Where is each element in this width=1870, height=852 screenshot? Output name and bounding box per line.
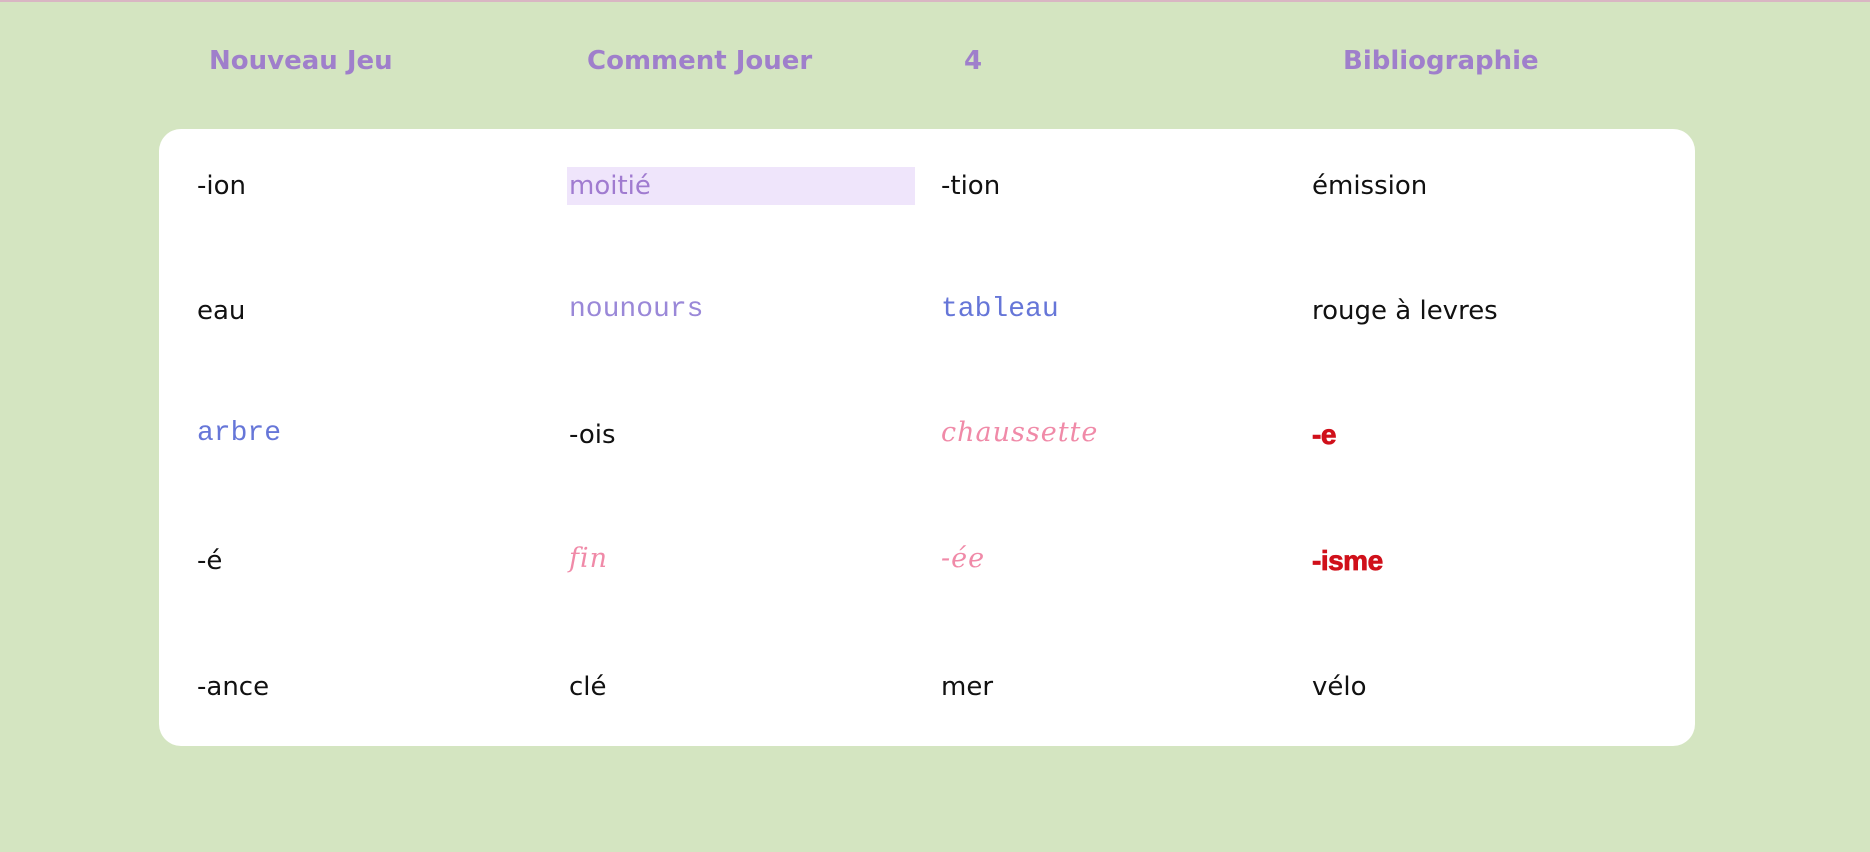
found-count: 4: [964, 46, 983, 76]
word-cell[interactable]: -ion: [195, 167, 543, 205]
word-cell[interactable]: -tion: [939, 167, 1287, 205]
word-cell[interactable]: vélo: [1310, 668, 1658, 706]
word-cell[interactable]: arbre: [195, 414, 543, 452]
word-cell[interactable]: émission: [1310, 167, 1658, 205]
word-cell[interactable]: -ée: [939, 539, 1287, 577]
word-cell[interactable]: -e: [1310, 416, 1658, 454]
bibliography-link[interactable]: Bibliographie: [1343, 46, 1539, 76]
word-cell[interactable]: -ance: [195, 668, 543, 706]
word-cell[interactable]: mer: [939, 668, 1287, 706]
word-board: -ion moitié -tion émission eau nounours …: [159, 129, 1695, 746]
word-cell[interactable]: -isme: [1310, 542, 1658, 580]
word-cell[interactable]: tableau: [939, 290, 1287, 328]
word-cell[interactable]: -ois: [567, 416, 915, 454]
word-cell[interactable]: clé: [567, 668, 915, 706]
word-cell[interactable]: chaussette: [939, 413, 1287, 451]
word-cell[interactable]: nounours: [567, 290, 915, 328]
word-cell-selected[interactable]: moitié: [567, 167, 915, 205]
new-game-link[interactable]: Nouveau Jeu: [209, 46, 393, 76]
top-nav: Nouveau Jeu Comment Jouer 4 Bibliographi…: [0, 46, 1870, 86]
word-cell[interactable]: -é: [195, 542, 543, 580]
word-cell[interactable]: fin: [567, 539, 915, 577]
word-cell[interactable]: eau: [195, 292, 543, 330]
how-to-play-link[interactable]: Comment Jouer: [587, 46, 812, 76]
word-cell[interactable]: rouge à levres: [1310, 292, 1658, 330]
